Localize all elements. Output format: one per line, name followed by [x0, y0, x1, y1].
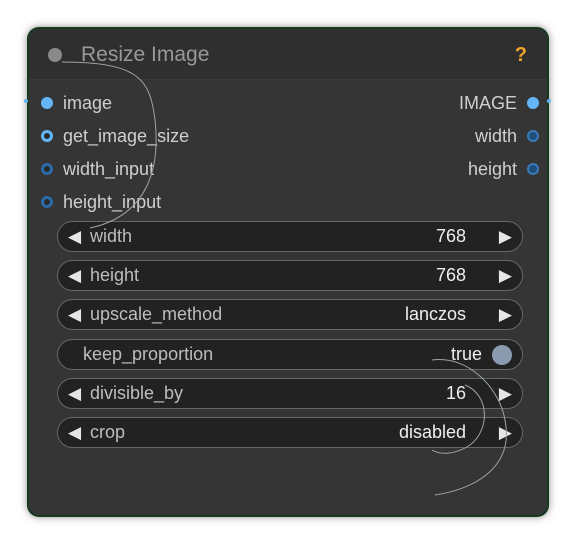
increment-arrow-icon[interactable]: ▶	[499, 261, 512, 290]
collapse-toggle-icon[interactable]	[48, 48, 62, 62]
input-label-width-input: width_input	[63, 159, 155, 179]
width-widget[interactable]: ◀ width 768 ▶	[57, 221, 523, 252]
input-connector-icon[interactable]	[41, 97, 53, 109]
output-slot-height[interactable]: height	[379, 158, 539, 180]
output-connector-icon[interactable]	[527, 97, 539, 109]
keep-proportion-toggle[interactable]: keep_proportion true	[57, 339, 523, 370]
decrement-arrow-icon[interactable]: ◀	[68, 379, 81, 408]
input-link-stub	[24, 99, 28, 103]
output-label-image: IMAGE	[458, 93, 517, 113]
width-widget-value[interactable]: 768	[436, 222, 466, 251]
previous-option-arrow-icon[interactable]: ◀	[68, 418, 81, 447]
output-connector-icon[interactable]	[527, 163, 539, 175]
resize-image-node[interactable]: Resize Image ? image get_image_size widt…	[27, 27, 549, 517]
output-label-width: width	[474, 126, 517, 146]
input-slot-width-input[interactable]: width_input	[41, 158, 241, 180]
crop-widget-label: crop	[90, 422, 126, 442]
height-widget-label: height	[90, 265, 140, 285]
output-slot-image[interactable]: IMAGE	[379, 92, 539, 114]
node-title: Resize Image	[81, 43, 210, 66]
upscale-method-widget[interactable]: ◀ upscale_method lanczos ▶	[57, 299, 523, 330]
increment-arrow-icon[interactable]: ▶	[499, 222, 512, 251]
input-slot-image[interactable]: image	[41, 92, 241, 114]
crop-widget[interactable]: ◀ crop disabled ▶	[57, 417, 523, 448]
width-widget-label: width	[90, 226, 133, 246]
toggle-knob-icon[interactable]	[492, 345, 512, 365]
decrement-arrow-icon[interactable]: ◀	[68, 222, 81, 251]
input-connector-icon[interactable]	[41, 130, 53, 142]
previous-option-arrow-icon[interactable]: ◀	[68, 300, 81, 329]
next-option-arrow-icon[interactable]: ▶	[499, 418, 512, 447]
help-icon[interactable]: ?	[515, 43, 527, 67]
divisible-by-widget-label: divisible_by	[90, 383, 184, 403]
height-widget-value[interactable]: 768	[436, 261, 466, 290]
input-connector-icon[interactable]	[41, 163, 53, 175]
output-label-height: height	[467, 159, 517, 179]
input-connector-icon[interactable]	[41, 196, 53, 208]
next-option-arrow-icon[interactable]: ▶	[499, 300, 512, 329]
upscale-method-widget-value[interactable]: lanczos	[405, 300, 466, 329]
height-widget[interactable]: ◀ height 768 ▶	[57, 260, 523, 291]
output-link-stub	[547, 99, 551, 103]
increment-arrow-icon[interactable]: ▶	[499, 379, 512, 408]
node-titlebar[interactable]: Resize Image ?	[29, 29, 547, 80]
input-slot-get-image-size[interactable]: get_image_size	[41, 125, 241, 147]
input-label-height-input: height_input	[63, 192, 162, 212]
input-label-image: image	[63, 93, 113, 113]
crop-widget-value[interactable]: disabled	[399, 418, 466, 447]
decrement-arrow-icon[interactable]: ◀	[68, 261, 81, 290]
input-label-get-image-size: get_image_size	[63, 126, 190, 146]
divisible-by-widget-value[interactable]: 16	[446, 379, 466, 408]
keep-proportion-label: keep_proportion	[83, 344, 214, 364]
output-connector-icon[interactable]	[527, 130, 539, 142]
output-slot-width[interactable]: width	[379, 125, 539, 147]
keep-proportion-value: true	[450, 344, 482, 364]
input-slot-height-input[interactable]: height_input	[41, 191, 241, 213]
upscale-method-widget-label: upscale_method	[90, 304, 223, 324]
divisible-by-widget[interactable]: ◀ divisible_by 16 ▶	[57, 378, 523, 409]
